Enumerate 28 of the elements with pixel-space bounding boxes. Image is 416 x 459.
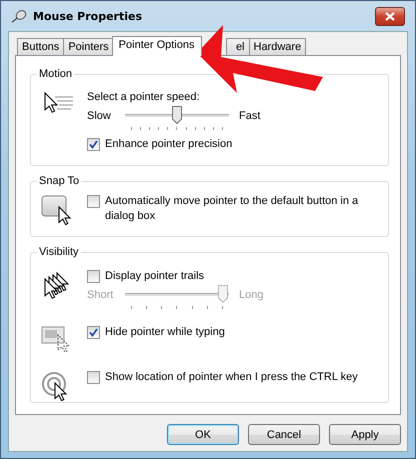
slider-max-label: Long xyxy=(239,288,264,303)
checkbox-label[interactable]: Display pointer trails xyxy=(105,269,204,284)
slider-max-label: Fast xyxy=(239,109,260,124)
tab[interactable]: Pointers xyxy=(63,38,114,55)
checkbox[interactable] xyxy=(87,371,100,384)
checkbox-label[interactable]: Show location of pointer when I press the CTRL key xyxy=(105,370,358,385)
checkbox[interactable] xyxy=(87,326,100,339)
slider-caption: Select a pointer speed: xyxy=(87,90,201,105)
group-title: Visibility xyxy=(37,245,81,260)
group-title: Snap To xyxy=(37,174,82,189)
close-icon xyxy=(385,12,395,20)
dialog-button[interactable]: Apply xyxy=(329,424,401,445)
tab[interactable]: el xyxy=(226,38,250,55)
tab[interactable]: Pointer Options xyxy=(112,36,202,56)
checkbox-label[interactable]: Hide pointer while typing xyxy=(105,325,225,340)
window-title: Mouse Properties xyxy=(33,10,144,22)
dialog-button[interactable]: OK xyxy=(167,424,239,445)
tab[interactable]: Hardware xyxy=(248,38,306,55)
slider-min-label: Short xyxy=(87,288,114,303)
slider-min-label: Slow xyxy=(87,109,112,124)
checkbox-label[interactable]: Enhance pointer precision xyxy=(105,137,232,152)
close-button[interactable] xyxy=(375,6,405,26)
slider-thumb[interactable] xyxy=(172,106,182,124)
tab[interactable]: Buttons xyxy=(17,38,64,55)
checkbox[interactable] xyxy=(87,270,100,283)
dialog-button[interactable]: Cancel xyxy=(248,424,320,445)
checkbox[interactable] xyxy=(87,195,100,208)
checkbox[interactable] xyxy=(87,138,100,151)
